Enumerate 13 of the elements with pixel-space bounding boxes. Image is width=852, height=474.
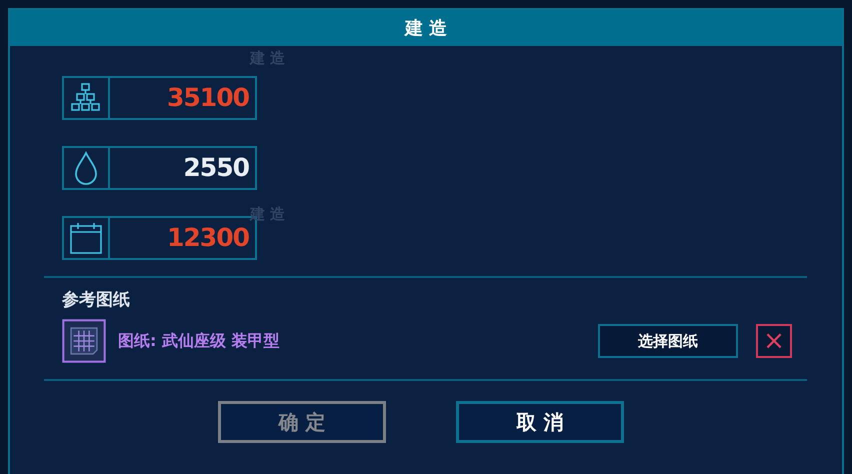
water-drop-icon: [73, 151, 99, 185]
resource-value: 12300: [166, 222, 250, 254]
calendar-icon: [69, 222, 103, 254]
resource-value: 2550: [182, 152, 250, 184]
cancel-button[interactable]: 取 消: [456, 401, 624, 443]
resource-value: 35100: [166, 82, 250, 114]
close-button[interactable]: ×: [756, 324, 792, 358]
blueprint-name: 图纸: 武仙座级 装甲型: [118, 330, 281, 352]
select-blueprint-button[interactable]: 选择图纸: [598, 324, 738, 358]
dialog-title: 建 造: [10, 10, 842, 46]
stacked-blocks-icon: [70, 83, 102, 113]
grid-icon: [62, 319, 106, 363]
section-heading: 参考图纸: [62, 290, 130, 310]
